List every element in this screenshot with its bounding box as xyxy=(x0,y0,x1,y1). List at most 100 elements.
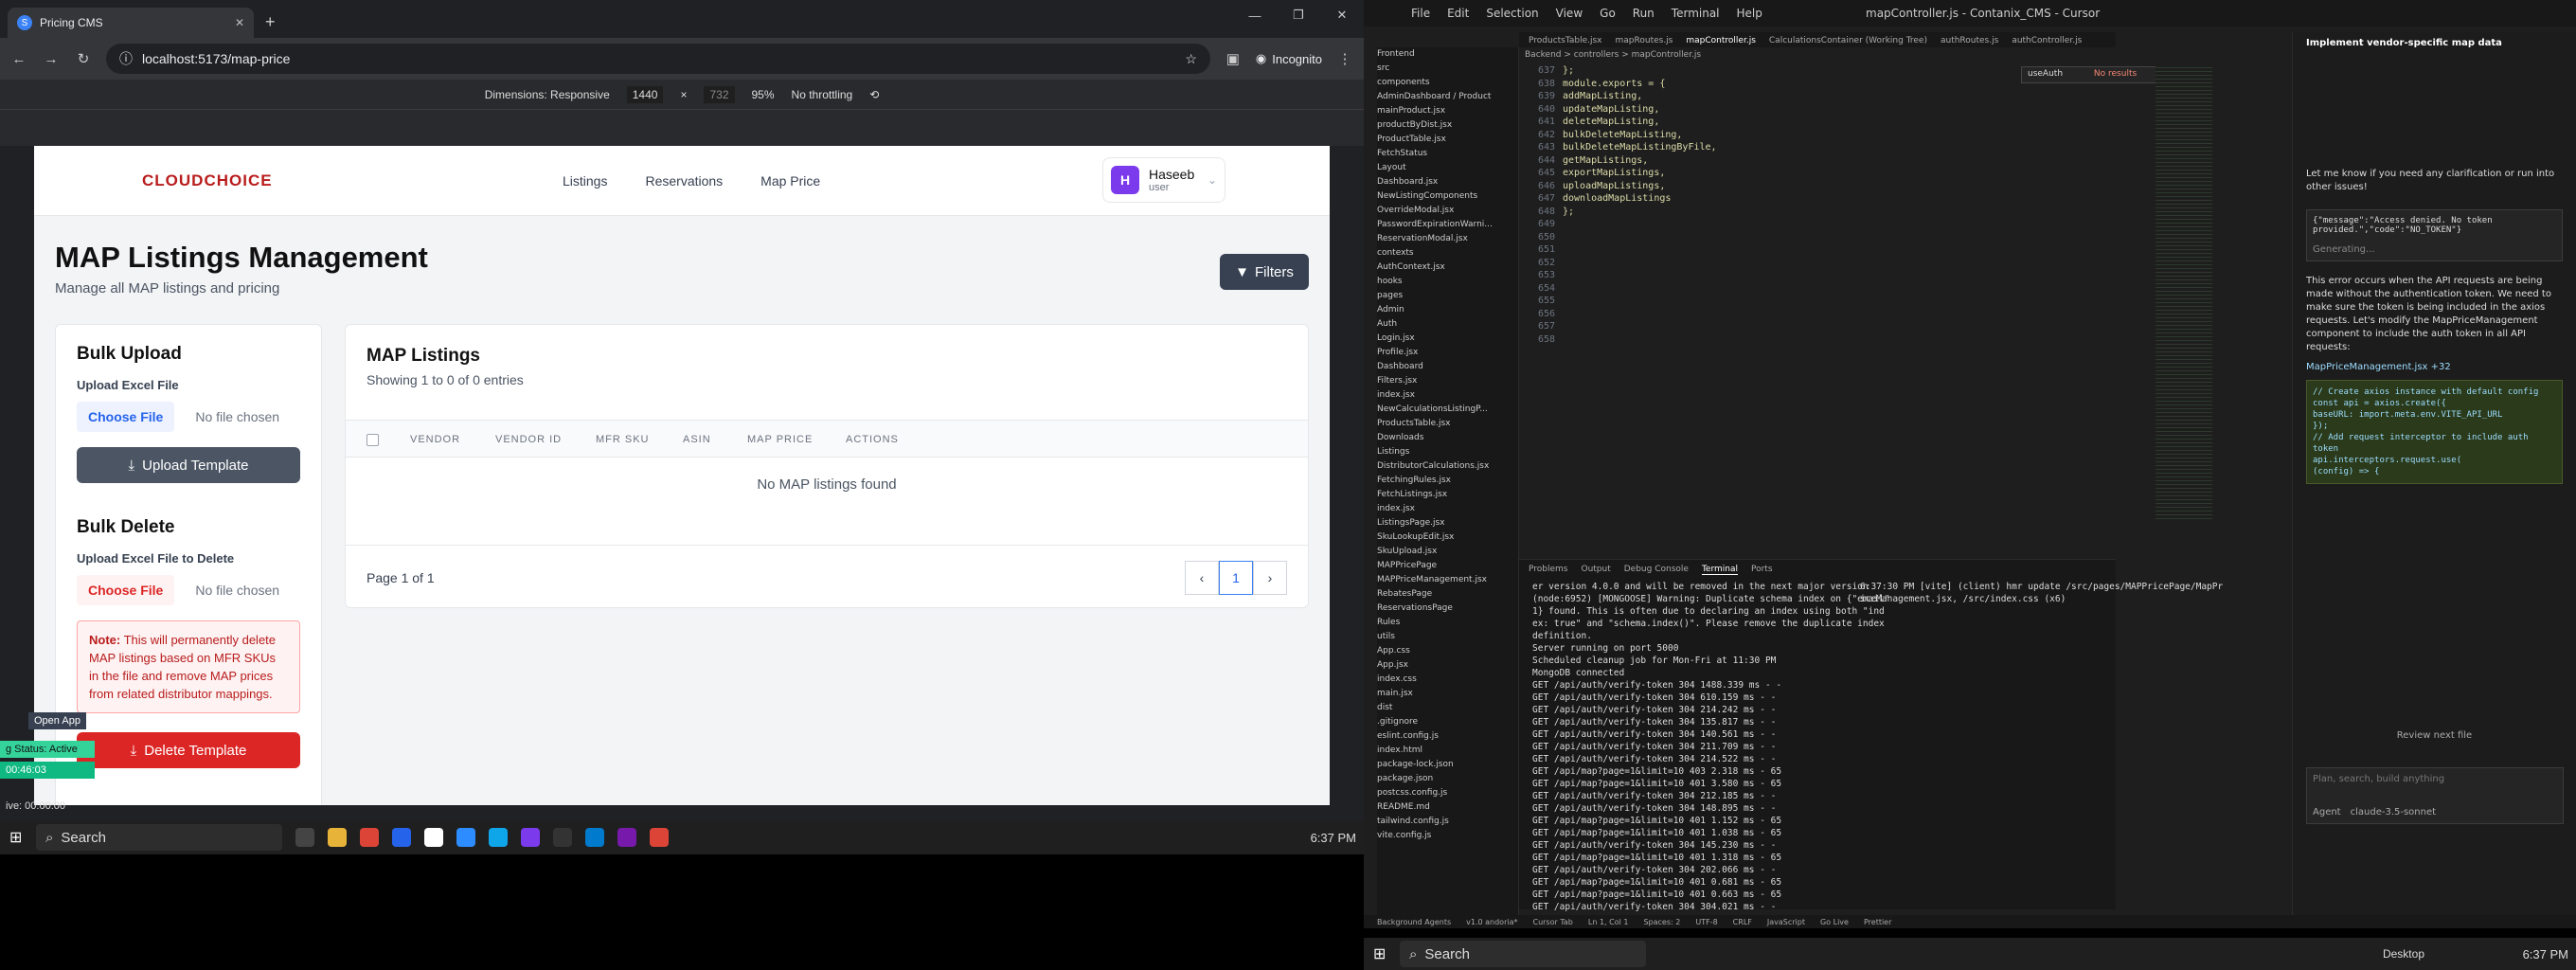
ide-menu-terminal[interactable]: Terminal xyxy=(1672,7,1720,20)
explorer-item[interactable]: utils xyxy=(1377,630,1518,644)
explorer-item[interactable]: README.md xyxy=(1377,800,1518,815)
throttling-select[interactable]: No throttling xyxy=(792,88,853,101)
reload-icon[interactable]: ↻ xyxy=(74,50,93,67)
task-view-icon[interactable] xyxy=(295,828,314,847)
status-item[interactable]: Prettier xyxy=(1864,918,1891,926)
tab-debug-console[interactable]: Debug Console xyxy=(1624,565,1689,574)
explorer-item[interactable]: main.jsx xyxy=(1377,687,1518,701)
explorer-item[interactable]: Admin xyxy=(1377,303,1518,317)
app-icon[interactable] xyxy=(489,828,508,847)
taskbar-search[interactable]: ⌕ Search xyxy=(1400,941,1646,967)
rotate-icon[interactable]: ⟲ xyxy=(869,88,879,101)
editor-tab[interactable]: CalculationsContainer (Working Tree) xyxy=(1769,36,1927,45)
onenote-icon[interactable] xyxy=(617,828,636,847)
next-page-icon[interactable]: › xyxy=(1253,561,1287,595)
user-menu[interactable]: H Haseeb user ⌄ xyxy=(1102,157,1225,203)
explorer-item[interactable]: ProductsTable.jsx xyxy=(1377,417,1518,431)
file-explorer-icon[interactable] xyxy=(328,828,347,847)
status-item[interactable]: Cursor Tab xyxy=(1532,918,1572,926)
tab-ports[interactable]: Ports xyxy=(1751,565,1773,574)
ide-menu-run[interactable]: Run xyxy=(1633,7,1655,20)
status-item[interactable]: JavaScript xyxy=(1767,918,1805,926)
minimap[interactable] xyxy=(2156,64,2212,519)
explorer-item[interactable]: App.jsx xyxy=(1377,658,1518,673)
editor-tab[interactable]: mapRoutes.js xyxy=(1616,36,1673,45)
chat-code-block[interactable]: // Create axios instance with default co… xyxy=(2306,380,2563,484)
delete-choose-file-button[interactable]: Choose File xyxy=(77,575,175,605)
column-asin[interactable]: ASIN xyxy=(683,434,711,445)
app-icon[interactable] xyxy=(521,828,540,847)
back-icon[interactable]: ← xyxy=(9,51,28,67)
code-content[interactable]: }; module.exports = { addMapListing, upda… xyxy=(1563,64,1717,218)
explorer-item[interactable]: OverrideModal.jsx xyxy=(1377,204,1518,218)
explorer-item[interactable]: FetchStatus xyxy=(1377,147,1518,161)
explorer-item[interactable]: productByDist.jsx xyxy=(1377,118,1518,133)
status-item[interactable]: UTF-8 xyxy=(1695,918,1717,926)
explorer-item[interactable]: src xyxy=(1377,62,1518,76)
new-tab-icon[interactable]: + xyxy=(265,12,276,32)
nav-listings[interactable]: Listings xyxy=(563,173,607,189)
explorer-item[interactable]: components xyxy=(1377,76,1518,90)
column-vendor[interactable]: VENDOR xyxy=(410,434,460,445)
ide-menu-edit[interactable]: Edit xyxy=(1447,7,1469,20)
review-next-button[interactable]: Review next file xyxy=(2306,730,2563,741)
prev-page-icon[interactable]: ‹ xyxy=(1185,561,1219,595)
explorer-item[interactable]: FetchingRules.jsx xyxy=(1377,474,1518,488)
find-widget[interactable]: useAuth No results xyxy=(2021,66,2163,83)
explorer-item[interactable]: DistributorCalculations.jsx xyxy=(1377,459,1518,474)
minimize-icon[interactable]: — xyxy=(1233,0,1277,30)
app-icon[interactable] xyxy=(456,828,475,847)
editor-tab[interactable]: authController.js xyxy=(2012,36,2082,45)
explorer-item[interactable]: ProductTable.jsx xyxy=(1377,133,1518,147)
explorer-item[interactable]: eslint.config.js xyxy=(1377,729,1518,744)
status-item[interactable]: Ln 1, Col 1 xyxy=(1588,918,1629,926)
explorer-item[interactable]: Frontend xyxy=(1377,47,1518,62)
select-all-checkbox[interactable] xyxy=(367,434,379,446)
explorer-item[interactable]: Filters.jsx xyxy=(1377,374,1518,388)
clock[interactable]: 6:37 PM xyxy=(2523,947,2568,961)
windows-start-icon[interactable]: ⊞ xyxy=(1373,944,1386,963)
chrome-icon[interactable] xyxy=(650,828,669,847)
nav-map-price[interactable]: Map Price xyxy=(760,173,820,189)
file-chip[interactable]: MapPriceManagement.jsx +32 xyxy=(2306,362,2563,372)
delete-template-button[interactable]: ⤓ Delete Template xyxy=(77,732,300,768)
explorer-item[interactable]: tailwind.config.js xyxy=(1377,815,1518,829)
status-item[interactable]: Background Agents xyxy=(1377,918,1451,926)
status-item[interactable]: Spaces: 2 xyxy=(1643,918,1680,926)
zoom-select[interactable]: 95% xyxy=(752,88,775,101)
explorer-item[interactable]: postcss.config.js xyxy=(1377,786,1518,800)
explorer-item[interactable]: Layout xyxy=(1377,161,1518,175)
chrome-icon[interactable] xyxy=(360,828,379,847)
explorer-item[interactable]: Downloads xyxy=(1377,431,1518,445)
taskbar-search[interactable]: ⌕ Search xyxy=(36,824,282,851)
explorer-item[interactable]: package.json xyxy=(1377,772,1518,786)
chat-input[interactable]: Plan, search, build anything Agent claud… xyxy=(2306,767,2564,824)
windows-start-icon[interactable]: ⊞ xyxy=(9,828,22,847)
explorer-item[interactable]: RebatesPage xyxy=(1377,587,1518,602)
app-icon[interactable] xyxy=(424,828,443,847)
status-item[interactable]: CRLF xyxy=(1733,918,1752,926)
width-input[interactable]: 1440 xyxy=(626,85,664,103)
desktop-label[interactable]: Desktop xyxy=(2383,947,2424,961)
column-mfr-sku[interactable]: MFR SKU xyxy=(596,434,650,445)
explorer-item[interactable]: index.jsx xyxy=(1377,388,1518,403)
page-number[interactable]: 1 xyxy=(1219,561,1253,595)
explorer-item[interactable]: ListingsPage.jsx xyxy=(1377,516,1518,530)
explorer-item[interactable]: Login.jsx xyxy=(1377,332,1518,346)
terminal-panel[interactable]: Problems Output Debug Console Terminal P… xyxy=(1519,559,2223,912)
nav-reservations[interactable]: Reservations xyxy=(645,173,723,189)
upload-choose-file-button[interactable]: Choose File xyxy=(77,402,175,432)
filters-button[interactable]: ▼ Filters xyxy=(1220,254,1309,290)
explorer-item[interactable]: mainProduct.jsx xyxy=(1377,104,1518,118)
tab-output[interactable]: Output xyxy=(1581,565,1610,574)
menu-icon[interactable]: ⋮ xyxy=(1335,50,1354,67)
bookmark-star-icon[interactable]: ☆ xyxy=(1185,51,1197,67)
app-icon[interactable] xyxy=(392,828,411,847)
model-select[interactable]: claude-3.5-sonnet xyxy=(2351,807,2436,817)
maximize-icon[interactable]: ❐ xyxy=(1277,0,1320,30)
find-input[interactable]: useAuth xyxy=(2028,69,2063,79)
explorer-item[interactable]: MAPPriceManagement.jsx xyxy=(1377,573,1518,587)
tab-terminal[interactable]: Terminal xyxy=(1701,565,1738,575)
status-item[interactable]: Go Live xyxy=(1820,918,1849,926)
explorer-item[interactable]: .gitignore xyxy=(1377,715,1518,729)
